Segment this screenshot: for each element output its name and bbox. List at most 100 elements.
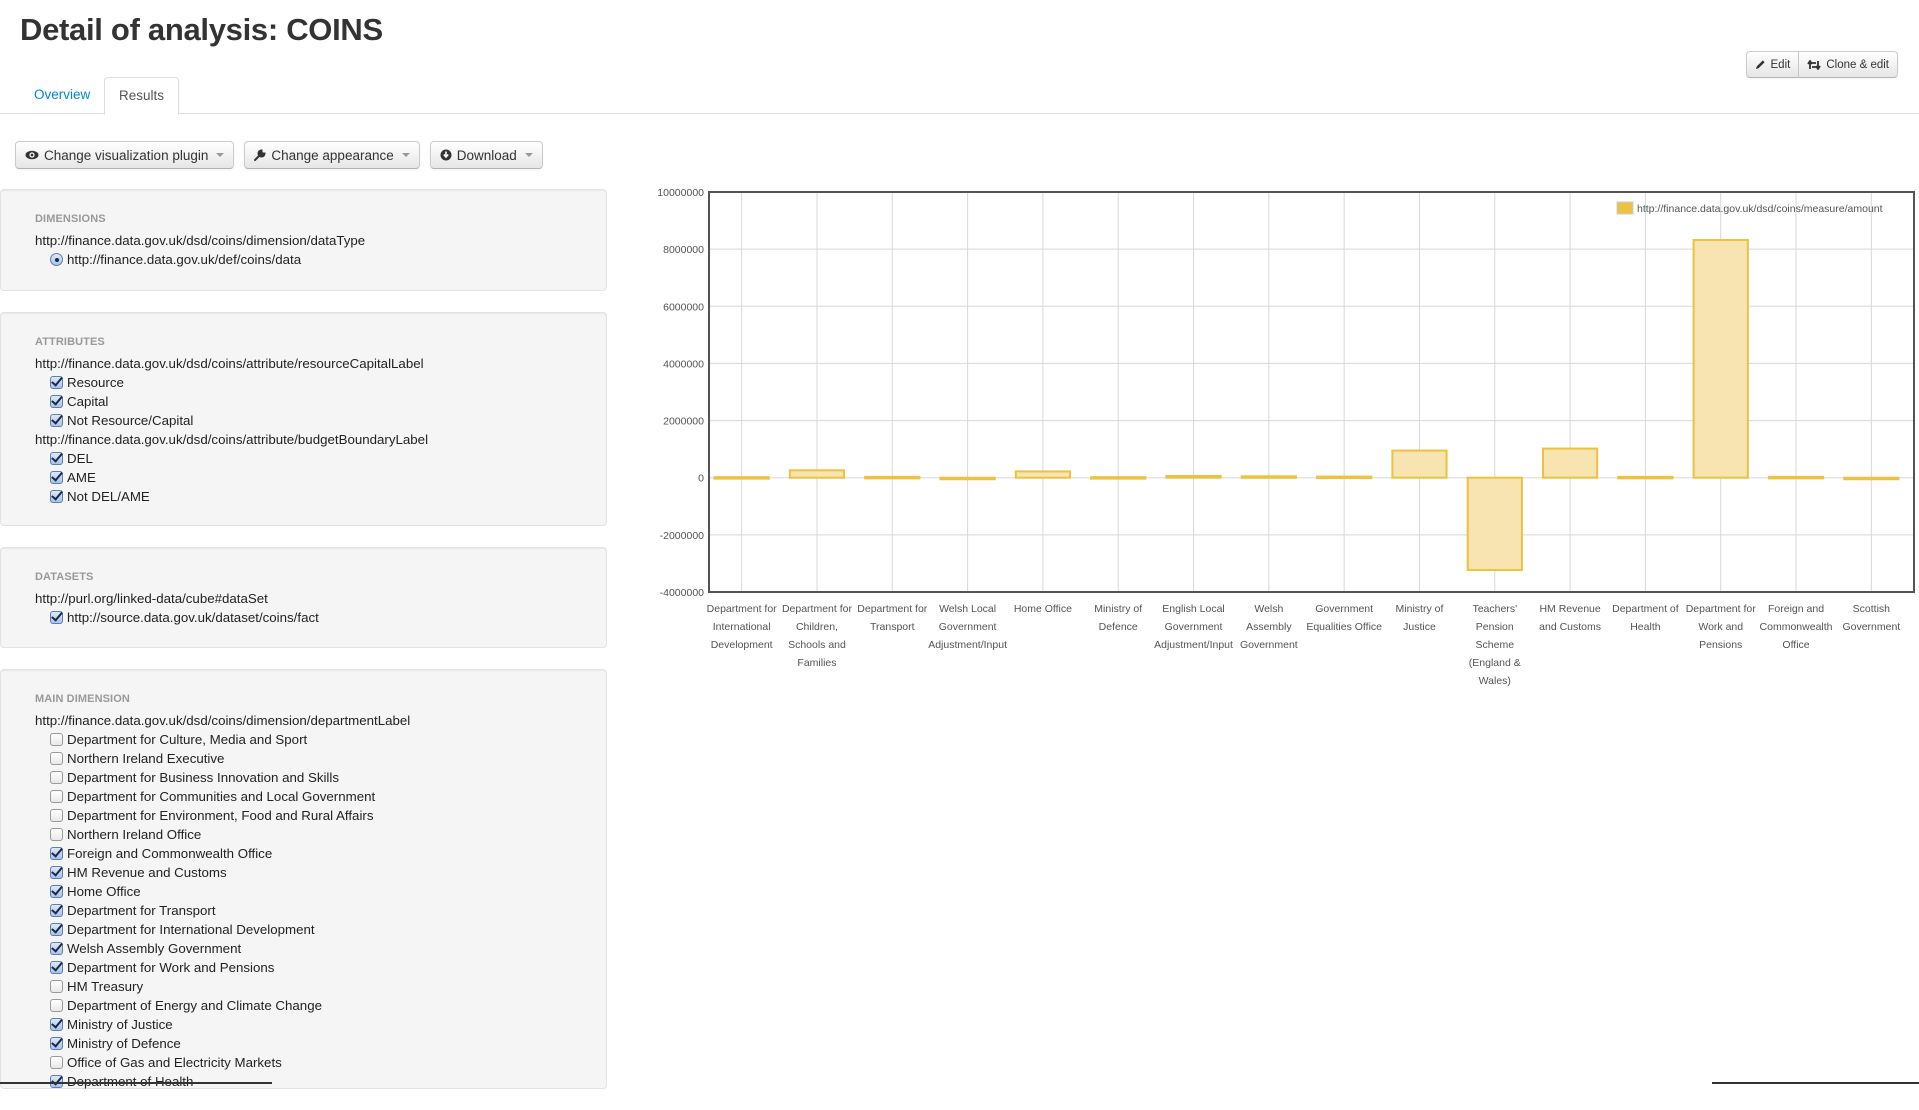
x-tick-label-line: Department for <box>1686 603 1757 615</box>
x-tick-label: Department of Health <box>1612 603 1679 633</box>
checkbox-unchecked[interactable] <box>50 980 63 993</box>
department-option[interactable]: HM Treasury <box>35 977 572 996</box>
checkbox-checked[interactable] <box>50 847 63 860</box>
attribute-option[interactable]: Resource <box>35 373 572 392</box>
main-dimension-title: MAIN DIMENSION <box>35 693 130 705</box>
attribute-option[interactable]: Capital <box>35 392 572 411</box>
change-visualization-plugin-button[interactable]: Change visualization plugin <box>15 141 235 169</box>
attribute-option[interactable]: Not DEL/AME <box>35 487 572 506</box>
checkbox-checked[interactable] <box>50 885 63 898</box>
department-option-label: Office of Gas and Electricity Markets <box>67 1055 282 1070</box>
checkbox-checked[interactable] <box>50 942 63 955</box>
bar[interactable] <box>1165 475 1222 479</box>
attribute-option[interactable]: Not Resource/Capital <box>35 411 572 430</box>
x-tick-label-line: Scottish <box>1853 603 1891 615</box>
bar[interactable] <box>939 476 996 481</box>
department-option[interactable]: Foreign and Commonwealth Office <box>35 844 572 863</box>
checkbox-unchecked[interactable] <box>50 771 63 784</box>
checkbox-checked[interactable] <box>50 866 63 879</box>
attribute-option[interactable]: DEL <box>35 449 572 468</box>
bar[interactable] <box>1767 475 1825 480</box>
department-option[interactable]: Department for International Development <box>35 920 572 939</box>
main-dimension-panel: MAIN DIMENSION http://finance.data.gov.u… <box>0 669 607 1089</box>
chart-svg: 10000000 8000000 6000000 4000000 2000000 0 -20… <box>657 187 1915 687</box>
department-option[interactable]: Department for Communities and Local Gov… <box>35 787 572 806</box>
change-appearance-label: Change appearance <box>271 147 394 163</box>
department-option[interactable]: Ministry of Justice <box>35 1015 572 1034</box>
pencil-icon <box>1755 59 1766 70</box>
checkbox-checked[interactable] <box>50 961 63 974</box>
department-option[interactable]: Department for Business Innovation and S… <box>35 768 572 787</box>
department-option[interactable]: Ministry of Defence <box>35 1034 572 1053</box>
checkbox-checked[interactable] <box>50 395 63 408</box>
bar[interactable] <box>1541 447 1599 479</box>
x-tick-label-line: Pensions <box>1699 639 1742 651</box>
bar[interactable] <box>864 475 921 480</box>
change-visualization-plugin-label: Change visualization plugin <box>44 147 209 163</box>
department-option[interactable]: Welsh Assembly Government <box>35 939 572 958</box>
bar[interactable] <box>1090 476 1147 480</box>
radio-button-selected[interactable] <box>50 253 63 266</box>
checkbox-checked[interactable] <box>50 452 63 465</box>
checkbox-unchecked[interactable] <box>50 733 63 746</box>
bar[interactable] <box>1240 475 1297 479</box>
checkbox-unchecked[interactable] <box>50 828 63 841</box>
department-option[interactable]: Northern Ireland Executive <box>35 749 572 768</box>
department-option-label: Department for International Development <box>67 922 315 937</box>
change-appearance-button[interactable]: Change appearance <box>244 141 420 169</box>
tab-results[interactable]: Results <box>104 77 180 115</box>
checkbox-checked[interactable] <box>50 1037 63 1050</box>
clone-edit-button[interactable]: Clone & edit <box>1799 51 1898 78</box>
x-tick-label-line: Development <box>711 639 773 651</box>
analysis-actions: Edit Clone & edit <box>1745 51 1898 78</box>
department-option[interactable]: Department for Culture, Media and Sport <box>35 730 572 749</box>
department-option[interactable]: Department for Transport <box>35 901 572 920</box>
checkbox-checked[interactable] <box>50 471 63 484</box>
x-tick-label: Welsh Local Government Adjustment/Input <box>928 603 1007 651</box>
checkbox-checked[interactable] <box>50 1018 63 1031</box>
checkbox-unchecked[interactable] <box>50 752 63 765</box>
x-tick-label-line: Adjustment/Input <box>1154 639 1233 651</box>
checkbox-checked[interactable] <box>50 923 63 936</box>
checkbox-checked[interactable] <box>50 376 63 389</box>
chart-legend: http://finance.data.gov.uk/dsd/coins/mea… <box>1616 201 1883 215</box>
download-button[interactable]: Download <box>429 141 543 169</box>
checkbox-checked[interactable] <box>50 490 63 503</box>
edit-button[interactable]: Edit <box>1745 51 1800 78</box>
page-title: Detail of analysis: COINS <box>20 12 383 47</box>
checkbox-unchecked[interactable] <box>50 809 63 822</box>
bar[interactable] <box>1617 475 1674 480</box>
checkbox-checked[interactable] <box>50 904 63 917</box>
x-tick-label: Foreign and Commonwealth Office <box>1760 603 1833 651</box>
bar[interactable] <box>1316 475 1373 480</box>
bar[interactable] <box>1692 239 1749 479</box>
dataset-option[interactable]: http://source.data.gov.uk/dataset/coins/… <box>35 608 572 627</box>
department-option[interactable]: Department of Energy and Climate Change <box>35 996 572 1015</box>
checkbox-unchecked[interactable] <box>50 790 63 803</box>
bar[interactable] <box>1843 476 1900 481</box>
bar[interactable] <box>713 476 770 480</box>
checkbox-checked[interactable] <box>50 414 63 427</box>
department-option[interactable]: Home Office <box>35 882 572 901</box>
checkbox-unchecked[interactable] <box>50 999 63 1012</box>
clone-edit-label: Clone & edit <box>1826 58 1889 71</box>
department-option[interactable]: Department for Work and Pensions <box>35 958 572 977</box>
department-option[interactable]: HM Revenue and Customs <box>35 863 572 882</box>
department-option[interactable]: Department for Environment, Food and Rur… <box>35 806 572 825</box>
bar[interactable] <box>1466 476 1523 572</box>
bar[interactable] <box>1014 470 1072 479</box>
bar[interactable] <box>788 469 846 479</box>
bar[interactable] <box>1391 449 1448 479</box>
checkbox-unchecked[interactable] <box>50 1056 63 1069</box>
results-toolbar: Change visualization plugin Change appea… <box>15 141 543 169</box>
attribute-option[interactable]: AME <box>35 468 572 487</box>
x-tick-label-line: Transport <box>870 621 915 633</box>
x-tick-label-line: Ministry of <box>1396 603 1444 615</box>
checkbox-checked[interactable] <box>50 611 63 624</box>
x-tick-label-line: Welsh Local <box>939 603 996 615</box>
department-option[interactable]: Northern Ireland Office <box>35 825 572 844</box>
department-option[interactable]: Office of Gas and Electricity Markets <box>35 1053 572 1072</box>
dimension-option[interactable]: http://finance.data.gov.uk/def/coins/dat… <box>35 250 572 269</box>
department-option-label: Ministry of Justice <box>67 1017 173 1032</box>
tab-overview[interactable]: Overview <box>20 77 104 114</box>
